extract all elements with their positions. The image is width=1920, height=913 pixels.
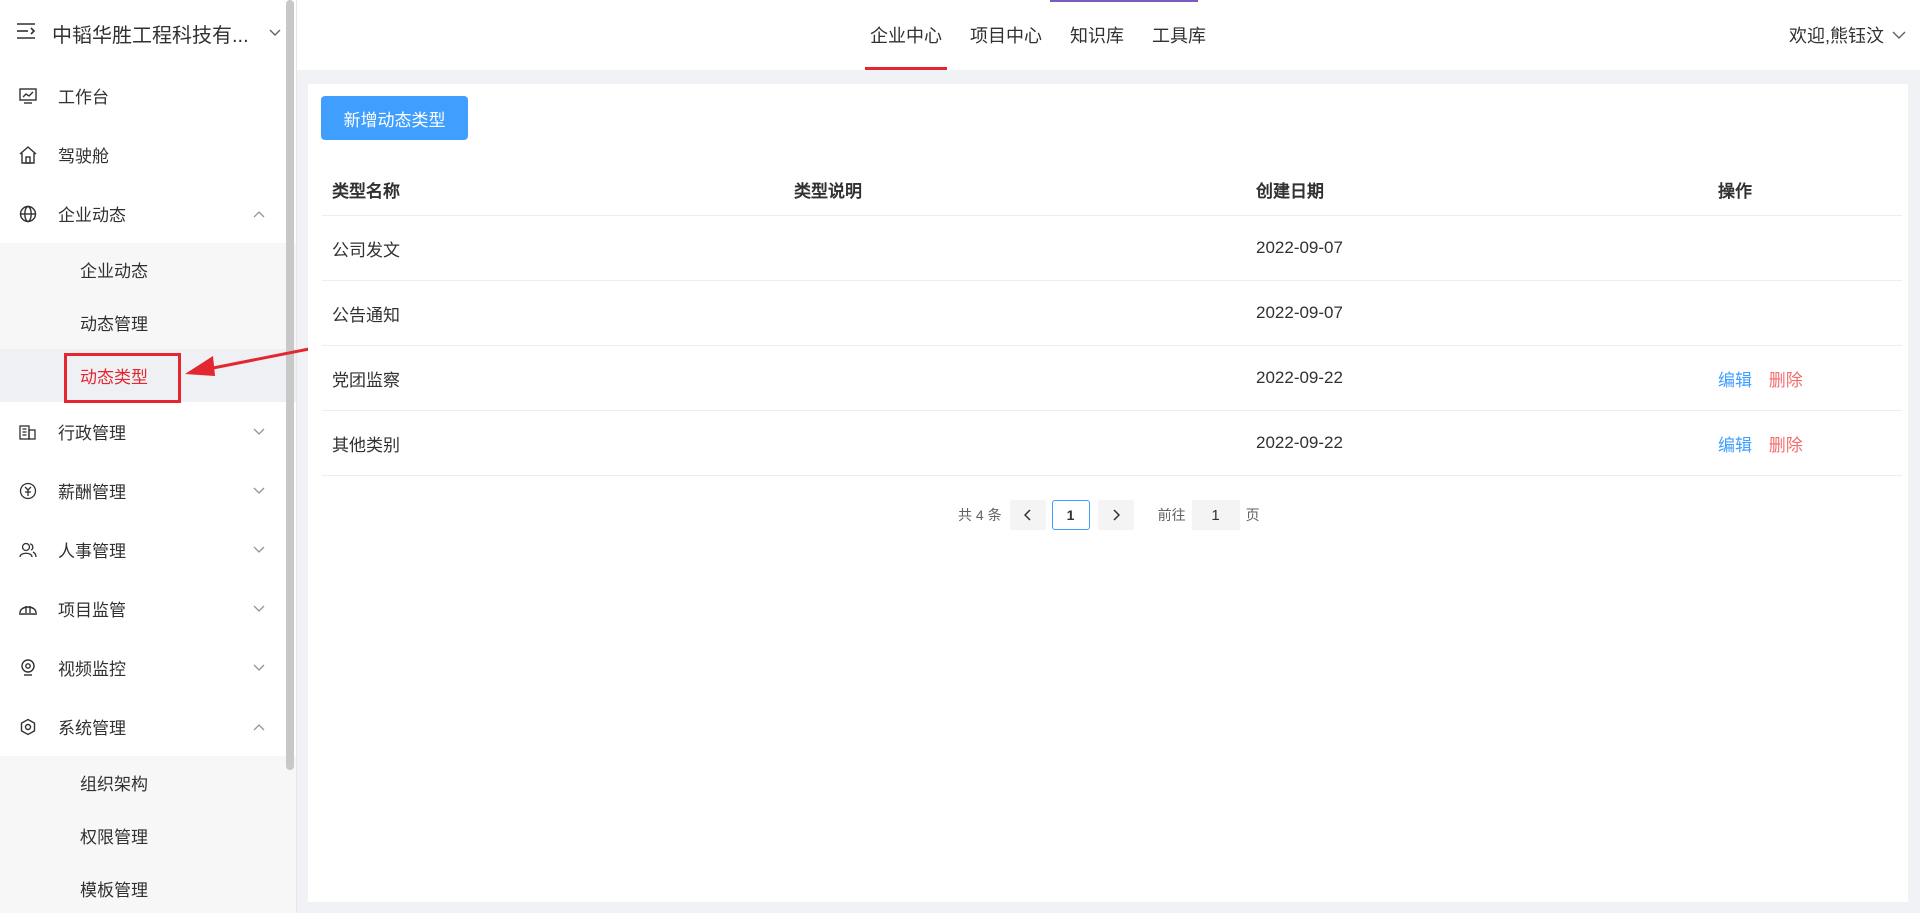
menu-item-payroll[interactable]: 薪酬管理	[0, 461, 296, 520]
menu-label: 人事管理	[58, 542, 126, 561]
user-menu[interactable]: 欢迎,熊钰汶	[1789, 0, 1906, 70]
sub-item-enterprise-news[interactable]: 企业动态	[0, 243, 296, 296]
sub-item-permissions[interactable]: 权限管理	[0, 809, 296, 862]
page-suffix-label: 页	[1245, 507, 1260, 523]
menu-label: 行政管理	[58, 424, 126, 443]
monitor-chart-icon	[18, 86, 38, 106]
menu-item-hr[interactable]: 人事管理	[0, 520, 296, 579]
chevron-up-icon	[252, 720, 266, 734]
page-number-current[interactable]: 1	[1051, 500, 1090, 530]
menu-label: 工作台	[58, 88, 109, 107]
goto-page-input[interactable]	[1191, 500, 1240, 530]
type-name-cell: 公司发文	[332, 240, 400, 260]
hard-hat-icon	[18, 599, 38, 619]
menu-item-system-management[interactable]: 系统管理	[0, 697, 296, 756]
sidebar: 中韬华胜工程科技有... 工作台 驾驶舱 企业动态 企业动态 动态管理 动态类型	[0, 0, 297, 913]
home-icon	[18, 145, 38, 165]
chevron-down-icon	[1892, 28, 1906, 42]
menu-collapse-icon[interactable]	[16, 22, 36, 45]
edit-link[interactable]: 编辑	[1718, 436, 1752, 455]
sub-item-templates[interactable]: 模板管理	[0, 862, 296, 913]
chevron-down-icon[interactable]	[268, 26, 282, 40]
prev-page-button[interactable]	[1009, 500, 1046, 530]
actions-cell: 编辑 删除	[1708, 366, 1902, 391]
chevron-down-icon	[252, 602, 266, 616]
table-row: 党团监察 2022-09-22 编辑 删除	[322, 346, 1902, 411]
menu-label: 驾驶舱	[58, 147, 109, 166]
created-date-cell: 2022-09-07	[1256, 303, 1343, 322]
top-nav-bar: 企业中心 项目中心 知识库 工具库 欢迎,熊钰汶	[297, 0, 1920, 70]
tab-enterprise-center[interactable]: 企业中心	[865, 0, 947, 70]
table-row: 公告通知 2022-09-07	[322, 281, 1902, 346]
column-header-created-date: 创建日期	[1256, 182, 1324, 201]
submenu-system-management: 组织架构 权限管理 模板管理	[0, 756, 296, 913]
type-name-cell: 其他类别	[332, 435, 400, 455]
table-row: 公司发文 2022-09-07	[322, 216, 1902, 281]
type-name-cell: 党团监察	[332, 370, 400, 390]
menu-item-cockpit[interactable]: 驾驶舱	[0, 125, 296, 184]
column-header-type-name: 类型名称	[332, 182, 400, 201]
menu-label: 系统管理	[58, 719, 126, 738]
goto-label: 前往	[1157, 507, 1186, 523]
menu-label: 视频监控	[58, 660, 126, 679]
column-header-actions: 操作	[1718, 182, 1752, 201]
chevron-down-icon	[252, 543, 266, 557]
sidebar-scrollbar[interactable]	[286, 0, 294, 770]
submenu-enterprise-news: 企业动态 动态管理 动态类型	[0, 243, 296, 402]
chevron-right-icon	[1113, 509, 1120, 521]
tab-knowledge-base[interactable]: 知识库	[1065, 0, 1129, 70]
delete-link[interactable]: 删除	[1769, 371, 1803, 390]
column-header-type-desc: 类型说明	[794, 182, 862, 201]
webcam-icon	[18, 658, 38, 678]
chevron-down-icon	[252, 484, 266, 498]
menu-item-video-monitoring[interactable]: 视频监控	[0, 638, 296, 697]
building-icon	[18, 422, 38, 442]
menu-label: 薪酬管理	[58, 483, 126, 502]
created-date-cell: 2022-09-22	[1256, 433, 1343, 452]
created-date-cell: 2022-09-07	[1256, 238, 1343, 257]
sidebar-header: 中韬华胜工程科技有...	[0, 0, 296, 66]
actions-cell: 编辑 删除	[1708, 431, 1902, 456]
type-name-cell: 公告通知	[332, 305, 400, 325]
welcome-user-label: 欢迎,熊钰汶	[1788, 26, 1884, 46]
chevron-left-icon	[1023, 509, 1031, 521]
menu-item-workbench[interactable]: 工作台	[0, 66, 296, 125]
tab-project-center[interactable]: 项目中心	[965, 0, 1047, 70]
pagination: 共 4 条 1 前往 页	[958, 500, 1260, 530]
sub-item-org-structure[interactable]: 组织架构	[0, 756, 296, 809]
menu-item-administration[interactable]: 行政管理	[0, 402, 296, 461]
users-icon	[18, 540, 38, 560]
globe-icon	[18, 204, 38, 224]
currency-circle-icon	[18, 481, 38, 501]
add-news-type-button[interactable]: 新增动态类型	[321, 96, 468, 140]
chevron-up-icon	[252, 207, 266, 221]
created-date-cell: 2022-09-22	[1256, 368, 1343, 387]
content-card: 新增动态类型 类型名称 类型说明 创建日期 操作 公司发文 2022-09-07…	[308, 84, 1908, 902]
company-name: 中韬华胜工程科技有...	[52, 24, 249, 47]
news-type-table: 类型名称 类型说明 创建日期 操作 公司发文 2022-09-07 公告通知 2…	[322, 164, 1902, 476]
table-header-row: 类型名称 类型说明 创建日期 操作	[322, 164, 1902, 216]
menu-item-enterprise-news[interactable]: 企业动态	[0, 184, 296, 243]
sub-item-news-types[interactable]: 动态类型	[0, 349, 296, 402]
menu-item-project-supervision[interactable]: 项目监管	[0, 579, 296, 638]
tab-tool-library[interactable]: 工具库	[1147, 0, 1211, 70]
menu-label: 企业动态	[58, 206, 126, 225]
table-row: 其他类别 2022-09-22 编辑 删除	[322, 411, 1902, 476]
chevron-down-icon	[252, 425, 266, 439]
delete-link[interactable]: 删除	[1769, 436, 1803, 455]
chevron-down-icon	[252, 661, 266, 675]
total-count: 共 4 条	[958, 507, 1002, 523]
next-page-button[interactable]	[1097, 500, 1134, 530]
menu-label: 项目监管	[58, 601, 126, 620]
sub-item-news-management[interactable]: 动态管理	[0, 296, 296, 349]
main-nav: 企业中心 项目中心 知识库 工具库	[865, 0, 1229, 70]
edit-link[interactable]: 编辑	[1718, 371, 1752, 390]
settings-icon	[18, 717, 38, 737]
